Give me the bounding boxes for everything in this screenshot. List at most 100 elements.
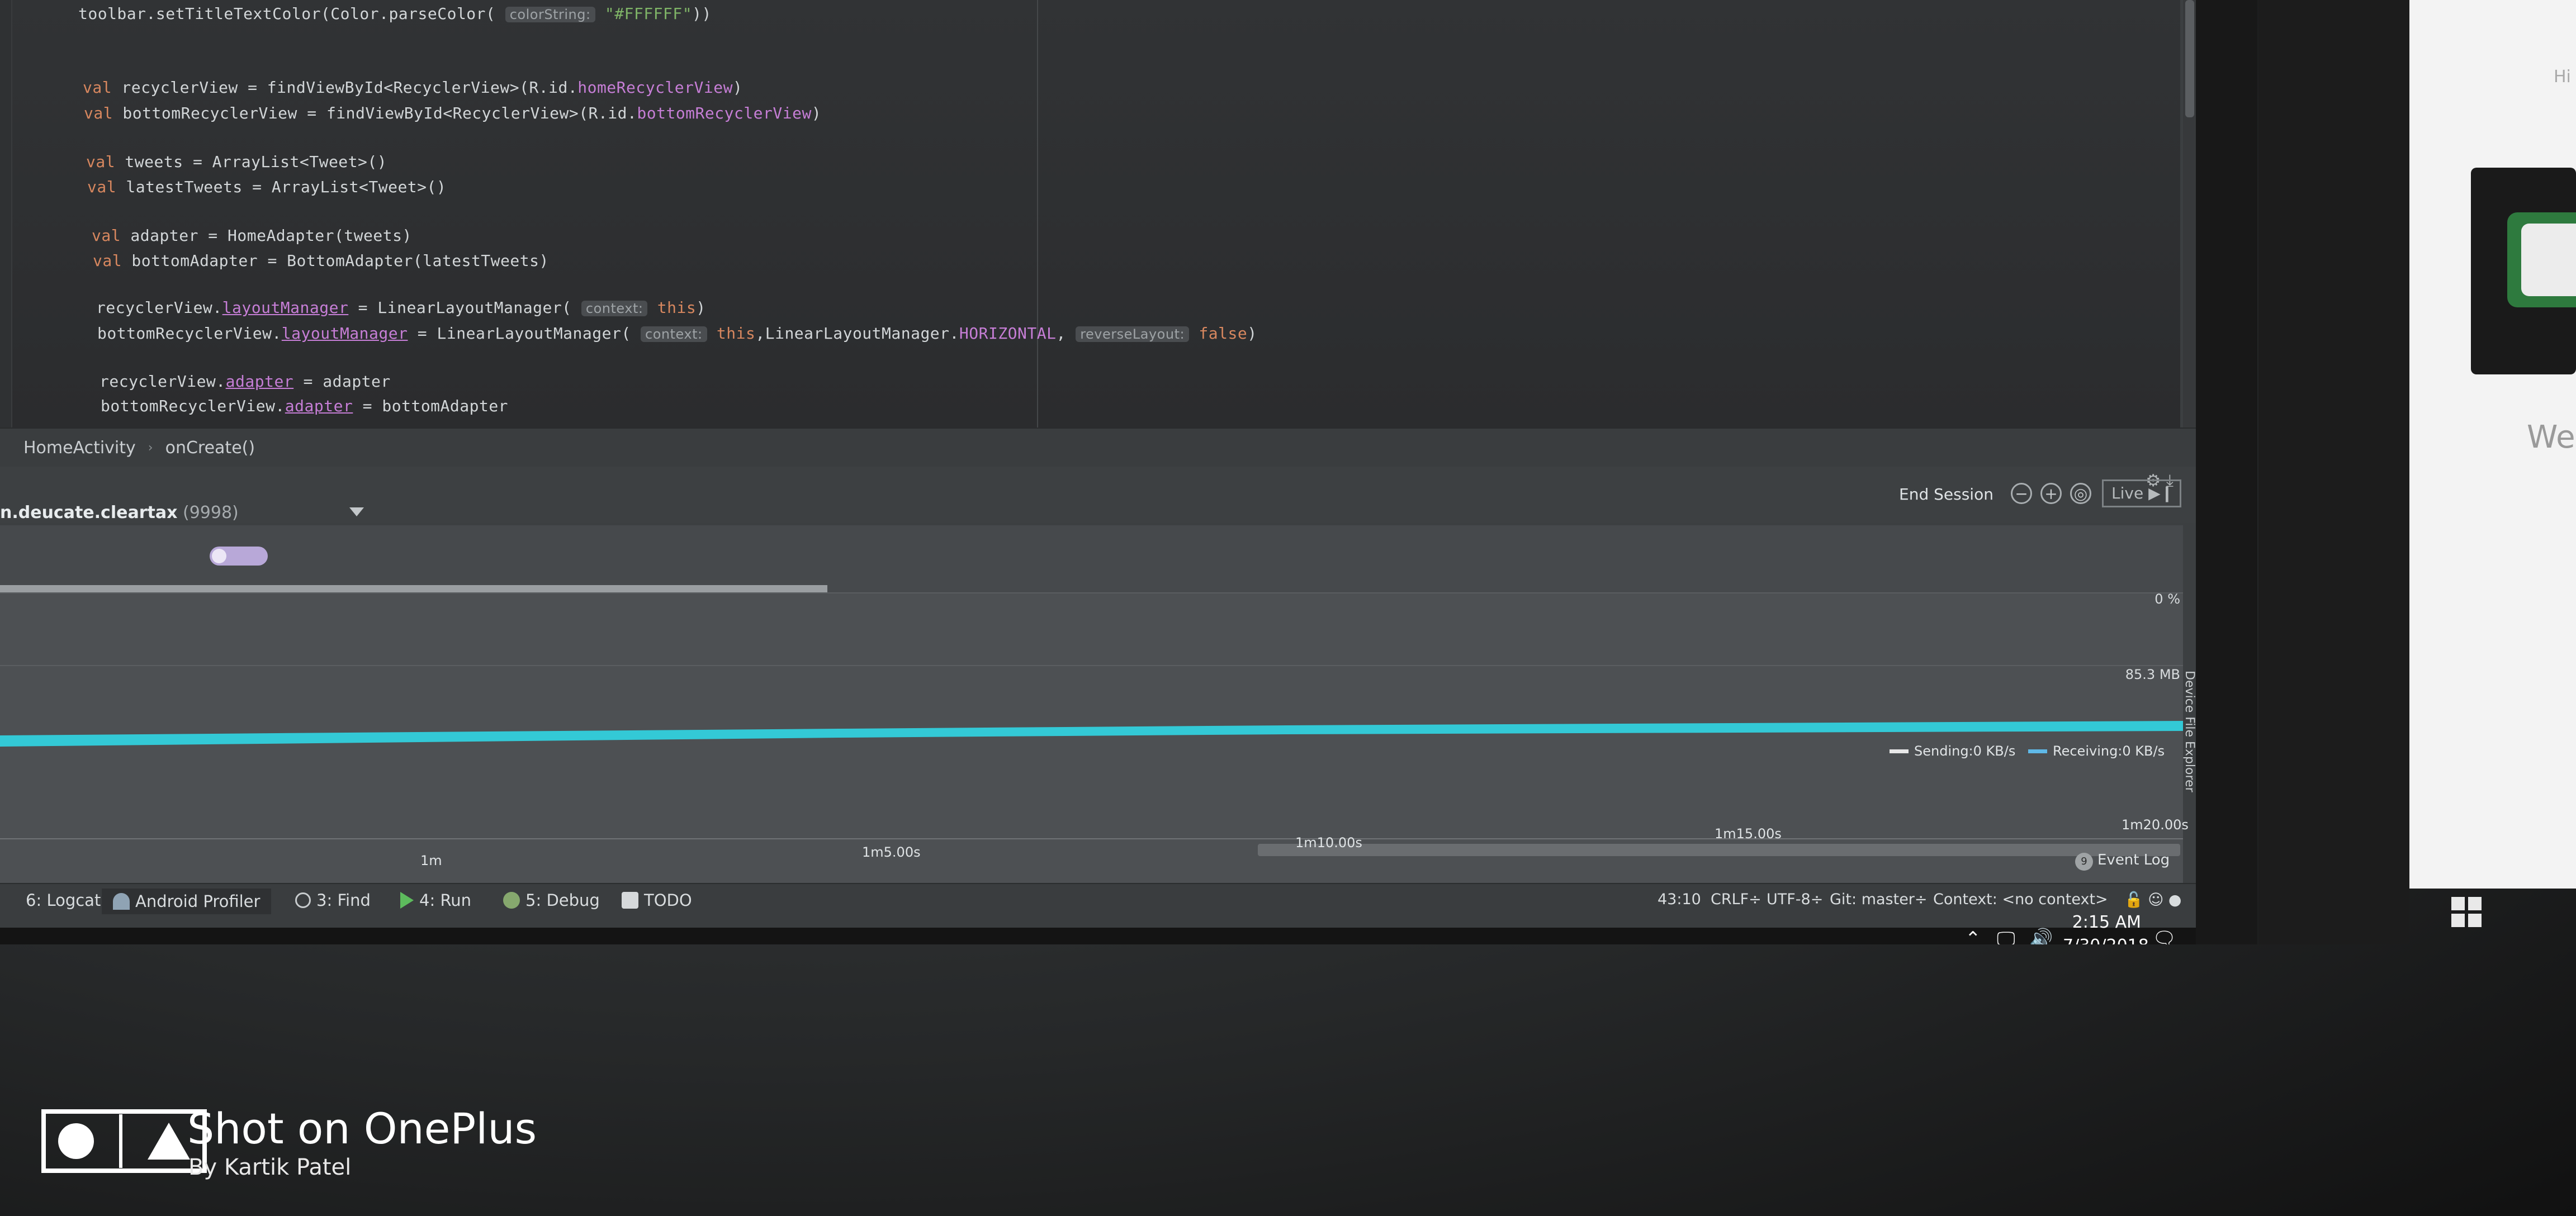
code-token: = bottomAdapter [353, 397, 509, 415]
code-line[interactable]: recyclerView.layoutManager = LinearLayou… [96, 298, 706, 317]
event-log-button[interactable]: 9 Event Log [2075, 852, 2170, 871]
code-editor[interactable]: toolbar.setTitleTextColor(Color.parseCol… [0, 0, 2196, 428]
code-token: ) [696, 298, 706, 317]
tab-logcat-label: 6: Logcat [26, 891, 101, 910]
file-encoding[interactable]: UTF-8÷ [1767, 891, 1823, 908]
code-line[interactable]: bottomRecyclerView.adapter = bottomAdapt… [101, 397, 508, 415]
tab-find-label: 3: Find [316, 891, 371, 910]
context-indicator[interactable]: Context: <no context> [1933, 891, 2108, 908]
right-margin-guide [1037, 0, 1038, 428]
windows-logo-icon[interactable] [2451, 897, 2483, 928]
code-line[interactable]: val recyclerView = findViewById<Recycler… [83, 78, 742, 97]
breadcrumb: HomeActivity › onCreate() [0, 428, 2196, 468]
tab-todo[interactable]: TODO [622, 891, 692, 910]
code-token: layoutManager [281, 324, 408, 343]
second-monitor-greeting: Hi [2554, 67, 2571, 87]
tab-run-label: 4: Run [419, 891, 472, 910]
editor-scrollbar[interactable] [2183, 0, 2196, 428]
code-token: ,LinearLayoutManager. [755, 324, 959, 343]
code-token: tweets = ArrayList<Tweet>() [115, 153, 387, 171]
code-token: recyclerView = findViewById<RecyclerView… [112, 78, 578, 97]
code-token: adapter [285, 397, 353, 415]
time-axis [0, 838, 2183, 839]
code-line[interactable]: val adapter = HomeAdapter(tweets) [92, 226, 412, 245]
breadcrumb-class[interactable]: HomeActivity [23, 438, 136, 458]
tab-find[interactable]: 3: Find [295, 891, 371, 910]
code-token: val [93, 251, 122, 270]
line-separator[interactable]: CRLF÷ [1711, 891, 1761, 908]
code-token: val [86, 153, 116, 171]
lock-icon[interactable]: 🔓 ☺ ● [2124, 891, 2182, 909]
watermark-author: By Kartik Patel [188, 1155, 352, 1180]
code-line[interactable]: recyclerView.adapter = adapter [100, 372, 391, 391]
windows-taskbar [0, 928, 2196, 944]
chevron-down-icon[interactable] [349, 507, 364, 516]
play-icon [400, 892, 414, 909]
watermark-logo [41, 1109, 207, 1173]
legend-sending-label: Sending:0 KB/s [1914, 743, 2016, 759]
code-token: , [1056, 324, 1076, 343]
chevron-up-icon[interactable]: ⌃ [1965, 928, 1981, 944]
sending-swatch [1890, 749, 1909, 753]
tab-debug[interactable]: 5: Debug [503, 891, 600, 910]
search-icon [295, 892, 311, 908]
git-branch[interactable]: Git: master÷ [1830, 891, 1928, 908]
code-token: val [83, 78, 112, 97]
tab-run[interactable]: 4: Run [400, 891, 471, 910]
code-line[interactable]: val bottomAdapter = BottomAdapter(latest… [93, 251, 549, 270]
timeline-scrollbar[interactable] [1258, 844, 2180, 856]
code-token: bottomRecyclerView. [97, 324, 282, 343]
code-token: adapter = HomeAdapter(tweets) [121, 226, 412, 245]
code-token: ) [811, 104, 822, 122]
taskbar-clock[interactable]: 2:15 AM 7/30/2018 [2063, 911, 2149, 944]
reset-zoom-icon[interactable]: ◎ [2070, 483, 2091, 504]
breadcrumb-method[interactable]: onCreate() [165, 438, 255, 458]
profiler-gauge-icon [113, 893, 130, 910]
code-token: = LinearLayoutManager( [408, 324, 641, 343]
end-session-button[interactable]: End Session [1899, 485, 1993, 504]
code-token: bottomRecyclerView = findViewById<Recycl… [113, 104, 637, 122]
live-button[interactable]: Live ▶❙ [2102, 479, 2181, 507]
code-token: recyclerView. [96, 298, 222, 317]
time-tick: 1m5.00s [862, 844, 921, 860]
editor-gutter [0, 0, 12, 428]
process-name: n.deucate.cleartax [0, 503, 178, 522]
time-tick: 1m20.00s [2122, 817, 2189, 833]
parameter-hint: colorString: [505, 7, 595, 22]
chevron-right-icon: › [148, 440, 153, 455]
parameter-hint: context: [641, 326, 707, 342]
network-icon[interactable]: 🖵 [1997, 928, 2015, 944]
code-token: val [84, 104, 113, 122]
zoom-in-icon[interactable]: + [2040, 483, 2062, 504]
cpu-activity-bar [0, 585, 827, 593]
parameter-hint: reverseLayout: [1076, 326, 1190, 342]
cursor-position[interactable]: 43:10 [1658, 891, 1701, 908]
app-logo-inner [2521, 224, 2576, 296]
code-line[interactable]: val bottomRecyclerView = findViewById<Re… [84, 104, 821, 122]
code-token: this [707, 324, 756, 343]
tab-android-profiler[interactable]: Android Profiler [102, 889, 272, 914]
activity-event-marker[interactable] [210, 547, 268, 566]
lane-divider [0, 665, 2183, 666]
legend-receiving-label: Receiving:0 KB/s [2053, 743, 2165, 759]
device-file-explorer-tab[interactable]: Device File Explorer [2182, 671, 2196, 833]
volume-icon[interactable]: 🔊 [2029, 928, 2053, 944]
ide-window: toolbar.setTitleTextColor(Color.parseCol… [0, 0, 2196, 944]
zoom-out-icon[interactable]: − [2011, 483, 2032, 504]
code-line[interactable]: val latestTweets = ArrayList<Tweet>() [87, 178, 446, 196]
code-token: latestTweets = ArrayList<Tweet>() [116, 178, 447, 196]
code-line[interactable]: bottomRecyclerView.layoutManager = Linea… [97, 324, 1257, 343]
memory-axis-label: 85.3 MB [2125, 667, 2180, 682]
code-token: homeRecyclerView [577, 78, 733, 97]
tab-logcat[interactable]: 6: Logcat [3, 891, 101, 910]
parameter-hint: context: [581, 301, 648, 316]
time-tick: 1m [420, 853, 442, 868]
code-line[interactable]: toolbar.setTitleTextColor(Color.parseCol… [78, 4, 712, 23]
notification-icon[interactable]: 🗨 [2152, 928, 2176, 944]
code-line[interactable]: val tweets = ArrayList<Tweet>() [86, 153, 387, 171]
live-label: Live [2111, 484, 2144, 502]
photo: toolbar.setTitleTextColor(Color.parseCol… [0, 0, 2576, 1216]
editor-scroll-thumb[interactable] [2185, 0, 2194, 117]
process-selector[interactable]: n.deucate.cleartax (9998) [0, 503, 239, 522]
tab-debug-label: 5: Debug [525, 891, 600, 910]
